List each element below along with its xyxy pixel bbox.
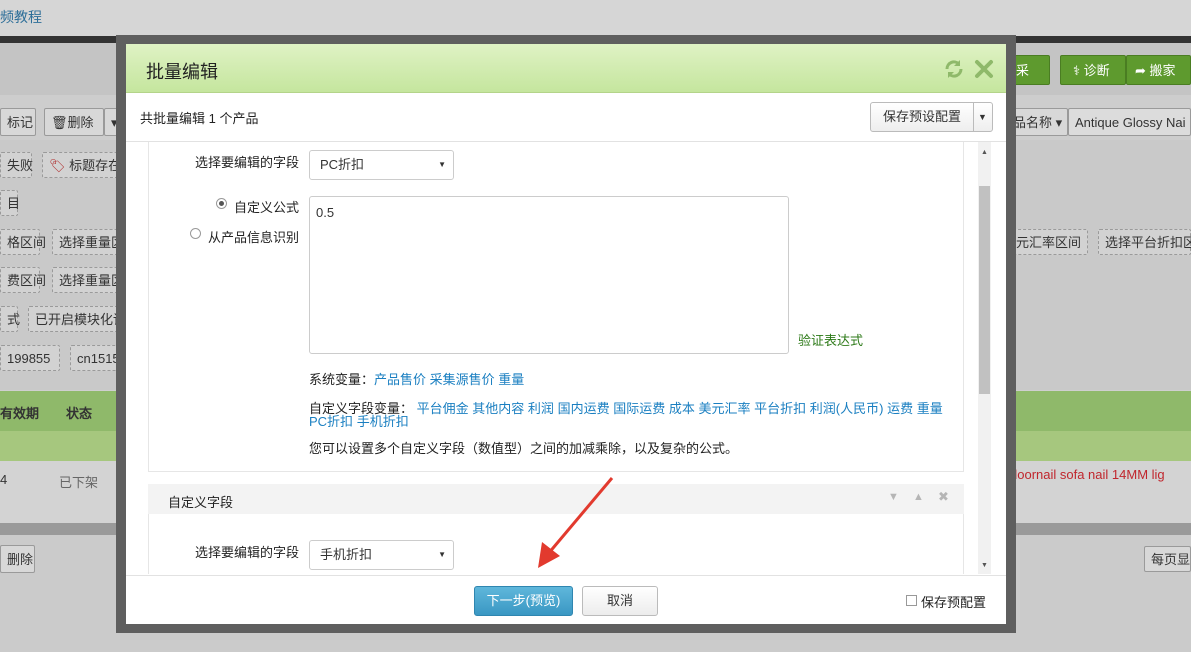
share-icon: ➦ xyxy=(1135,63,1146,78)
validate-expression-link[interactable]: 验证表达式 xyxy=(798,330,863,349)
save-preset-split-button: 保存预设配置 ▼ xyxy=(870,102,993,132)
save-preset-checkbox[interactable] xyxy=(906,595,917,606)
row-validity: 4 xyxy=(0,472,8,487)
video-tutorial-link[interactable]: 频教程 xyxy=(0,7,42,27)
field-select-label-2: 选择要编辑的字段 xyxy=(195,545,300,560)
var-link[interactable]: 运费 xyxy=(887,401,913,416)
move-label: 搬家 xyxy=(1149,63,1176,78)
modal-subbar: 共批量编辑 1 个产品 保存预设配置 ▼ xyxy=(126,93,1006,142)
filter-chip[interactable]: 式 xyxy=(0,306,20,332)
radio-custom-formula-label: 自定义公式 xyxy=(234,200,300,215)
refresh-icon[interactable] xyxy=(943,58,965,80)
chevron-down-icon: ▼ xyxy=(438,160,446,169)
var-link[interactable]: 其他内容 xyxy=(472,401,524,416)
var-link[interactable]: 平台折扣 xyxy=(754,401,806,416)
var-link[interactable]: 平台佣金 xyxy=(417,401,469,416)
edit-section-1: 选择要编辑的字段 PC折扣 ▼ 自定义公式 从产品信息识别 验证表达式 系统变量… xyxy=(148,142,964,472)
filter-chip[interactable]: 选择平台折扣区 xyxy=(1098,229,1191,255)
field-select-label: 选择要编辑的字段 xyxy=(195,155,300,170)
var-link[interactable]: 采集源售价 xyxy=(430,372,495,387)
mark-button[interactable]: 标记 xyxy=(0,108,36,136)
search-field-label: 品名称 xyxy=(1013,115,1053,130)
save-preset-button[interactable]: 保存预设配置 xyxy=(871,103,974,131)
scroll-up-icon[interactable]: ▲ xyxy=(978,146,991,159)
var-link[interactable]: 利润(人民币) xyxy=(810,401,884,416)
radio-custom-formula[interactable] xyxy=(216,198,227,209)
per-page-select[interactable]: 每页显示 xyxy=(1144,546,1191,572)
custom-variables-line2: PC折扣 手机折扣 xyxy=(309,411,409,430)
move-button[interactable]: ➦ 搬家 xyxy=(1126,55,1191,85)
move-down-icon[interactable]: ▼ xyxy=(888,491,899,503)
chevron-down-icon: ▼ xyxy=(438,550,446,559)
filter-chip-label: 标题存在 xyxy=(69,158,122,173)
filter-chip[interactable]: 失败 xyxy=(0,152,33,178)
row-product-title[interactable]: doornail sofa nail 14MM lig xyxy=(1010,467,1165,482)
cancel-button[interactable]: 取消 xyxy=(582,586,658,616)
field-select-2[interactable]: 手机折扣 ▼ xyxy=(309,540,454,570)
var-link[interactable]: 手机折扣 xyxy=(357,414,409,429)
var-link[interactable]: 重量 xyxy=(917,401,943,416)
trash-icon: 🗑 xyxy=(51,115,68,130)
scroll-down-icon[interactable]: ▼ xyxy=(978,559,991,572)
diagnose-label: 诊断 xyxy=(1083,63,1110,78)
radio-detect-from-product[interactable] xyxy=(190,228,201,239)
var-link[interactable]: 美元汇率 xyxy=(698,401,750,416)
var-link[interactable]: 利润 xyxy=(528,401,554,416)
var-link[interactable]: 产品售价 xyxy=(374,372,426,387)
column-header-validity[interactable]: 有效期 xyxy=(0,403,39,422)
formula-help-text: 您可以设置多个自定义字段（数值型）之间的加减乘除，以及复杂的公式。 xyxy=(309,441,739,456)
remove-icon[interactable]: ✖ xyxy=(938,489,949,505)
diagnose-button[interactable]: ⚕ 诊断 xyxy=(1060,55,1126,85)
page-header xyxy=(0,0,1191,36)
radio-detect-from-product-label: 从产品信息识别 xyxy=(208,230,300,245)
var-link[interactable]: 成本 xyxy=(669,401,695,416)
system-variables-label: 系统变量： xyxy=(309,372,375,387)
delete-button[interactable]: 🗑删除 xyxy=(44,108,104,136)
tag-icon: 🏷 xyxy=(49,158,66,173)
formula-input[interactable] xyxy=(309,196,789,354)
modal-footer: 下一步(预览) 取消 保存预配置 xyxy=(126,575,1006,624)
modal-header: 批量编辑 xyxy=(126,44,1006,93)
filter-chip[interactable]: 费区间 xyxy=(0,267,46,293)
bottom-delete-button[interactable]: 删除 xyxy=(0,545,35,573)
system-variables: 系统变量：产品售价 采集源售价 重量 xyxy=(309,369,524,388)
filter-chip[interactable]: 199855 xyxy=(0,345,60,371)
custom-field-section-title: 自定义字段 xyxy=(168,495,234,510)
field-select-2-value: 手机折扣 xyxy=(320,547,373,562)
stethoscope-icon: ⚕ xyxy=(1073,63,1081,78)
var-link[interactable]: 重量 xyxy=(498,372,524,387)
var-link[interactable]: PC折扣 xyxy=(309,414,353,429)
delete-label: 删除 xyxy=(67,115,94,130)
row-status: 已下架 xyxy=(59,475,99,490)
save-preset-checkbox-label: 保存预配置 xyxy=(921,595,987,610)
close-icon[interactable] xyxy=(973,58,995,80)
modal-scrollbar-thumb[interactable] xyxy=(979,186,990,394)
filter-chip[interactable]: 格区间 xyxy=(0,229,46,255)
move-up-icon[interactable]: ▲ xyxy=(913,491,924,503)
filter-chip[interactable]: 目 xyxy=(0,190,20,216)
var-link[interactable]: 国际运费 xyxy=(613,401,665,416)
search-input[interactable]: Antique Glossy Nai xyxy=(1068,108,1191,136)
var-link[interactable]: 国内运费 xyxy=(558,401,610,416)
field-select[interactable]: PC折扣 ▼ xyxy=(309,150,454,180)
field-select-value: PC折扣 xyxy=(320,157,365,172)
modal-title: 批量编辑 xyxy=(146,62,218,82)
annotation-arrow-icon xyxy=(538,477,614,568)
column-header-status[interactable]: 状态 xyxy=(66,403,92,422)
product-count-text: 共批量编辑 1 个产品 xyxy=(140,111,259,126)
preset-dropdown-icon[interactable]: ▼ xyxy=(973,103,992,131)
next-preview-button[interactable]: 下一步(预览) xyxy=(474,586,573,616)
